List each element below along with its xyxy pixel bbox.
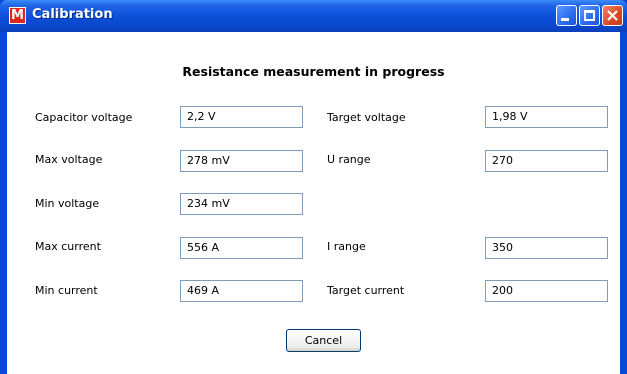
cancel-button[interactable]: Cancel (286, 329, 361, 352)
maximize-icon (584, 10, 595, 21)
capacitor-voltage-field[interactable]: 2,2 V (180, 106, 303, 128)
window-title: Calibration (32, 7, 113, 22)
min-voltage-field[interactable]: 234 mV (180, 193, 303, 215)
i-range-label: I range (327, 240, 366, 253)
close-button[interactable] (602, 5, 623, 26)
capacitor-voltage-label: Capacitor voltage (35, 111, 133, 124)
minimize-icon (561, 18, 569, 21)
calibration-window: M Calibration Resistance measurement in … (0, 0, 627, 374)
maximize-button[interactable] (579, 5, 600, 26)
max-voltage-field[interactable]: 278 mV (180, 150, 303, 172)
minimize-button[interactable] (556, 5, 577, 26)
app-logo: M (9, 7, 26, 24)
u-range-label: U range (327, 153, 371, 166)
target-voltage-field[interactable]: 1,98 V (485, 106, 608, 128)
max-current-field[interactable]: 556 A (180, 237, 303, 259)
i-range-field[interactable]: 350 (485, 237, 608, 259)
max-voltage-label: Max voltage (35, 153, 103, 166)
min-voltage-label: Min voltage (35, 197, 100, 210)
target-current-field[interactable]: 200 (485, 280, 608, 302)
target-current-label: Target current (327, 284, 405, 297)
status-heading: Resistance measurement in progress (182, 64, 445, 79)
min-current-field[interactable]: 469 A (180, 280, 303, 302)
title-bar[interactable]: M Calibration (0, 0, 627, 32)
dialog-client-area: Resistance measurement in progress Capac… (4, 32, 623, 374)
close-icon (607, 10, 618, 21)
min-current-label: Min current (35, 284, 98, 297)
target-voltage-label: Target voltage (327, 111, 406, 124)
max-current-label: Max current (35, 240, 101, 253)
u-range-field[interactable]: 270 (485, 150, 608, 172)
